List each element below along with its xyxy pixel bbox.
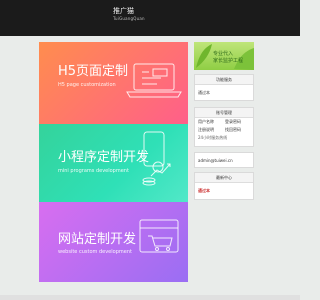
news-title: 最新中心 xyxy=(195,173,253,183)
promo-line1: 专业代入 xyxy=(213,51,234,57)
h5-banner[interactable]: H5页面定制 H5 page customization xyxy=(39,42,188,124)
laptop-icon xyxy=(126,63,182,98)
news-text[interactable]: 通过本 xyxy=(195,187,253,195)
services-panel: 功能服务 通过本 xyxy=(194,74,254,101)
services-title: 功能服务 xyxy=(195,75,253,85)
brand-logo[interactable]: 推广猫 TuiGuangQuan xyxy=(113,7,145,21)
password-link[interactable]: 登录密码 xyxy=(225,118,252,126)
brand-pinyin: TuiGuangQuan xyxy=(113,16,145,21)
contact-panel: admin@tuiwei.cn xyxy=(194,152,254,168)
website-banner[interactable]: 网站定制开发 website custom development xyxy=(39,202,188,282)
recover-link[interactable]: 找回密码 xyxy=(225,126,252,134)
account-row: 用户名称 登录密码 xyxy=(195,118,253,126)
top-bar: 推广猫 TuiGuangQuan xyxy=(0,0,300,36)
account-row: 注册说明 找回密码 xyxy=(195,126,253,134)
brand-name: 推广猫 xyxy=(113,7,134,15)
username-link[interactable]: 用户名称 xyxy=(198,118,225,126)
shop-icon xyxy=(139,219,179,253)
news-panel: 最新中心 通过本 xyxy=(194,172,254,200)
promo-line2: 家长监护工程 xyxy=(213,58,244,64)
register-link[interactable]: 注册说明 xyxy=(198,126,225,134)
hotline-label: 24小时服务热线 xyxy=(198,135,228,140)
phone-chart-icon xyxy=(142,131,171,186)
promo-banner[interactable]: 专业代入 家长监护工程 xyxy=(194,42,254,70)
services-text[interactable]: 通过本 xyxy=(195,89,253,97)
mini-program-banner[interactable]: 小程序定制开发 mini programs development xyxy=(39,124,188,202)
account-panel: 账号管理 用户名称 登录密码 注册说明 找回密码 24小时服务热线 xyxy=(194,107,254,147)
footer xyxy=(0,295,300,300)
contact-email[interactable]: admin@tuiwei.cn xyxy=(195,157,253,165)
account-title: 账号管理 xyxy=(195,108,253,118)
